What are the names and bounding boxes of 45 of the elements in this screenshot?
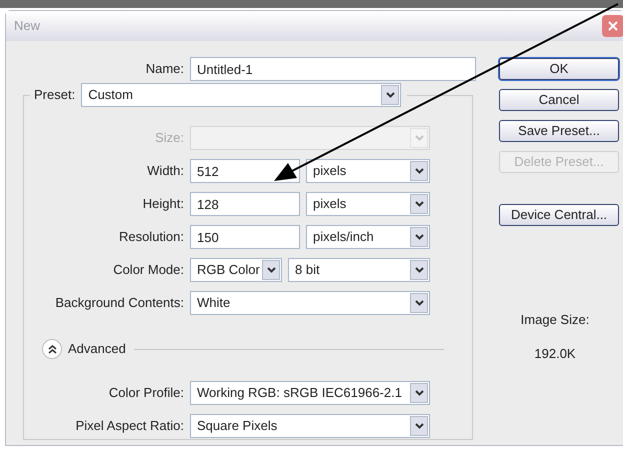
- caret-icon: [414, 168, 424, 174]
- dialog-button[interactable]: Device Central...: [499, 204, 619, 226]
- text-field[interactable]: 512: [190, 159, 300, 183]
- expand-toggle[interactable]: [42, 339, 62, 359]
- chevrons-up-icon: [48, 344, 56, 354]
- dropdown[interactable]: Square Pixels: [190, 414, 430, 438]
- dropdown[interactable]: 8 bit: [288, 258, 430, 282]
- dialog-button[interactable]: Cancel: [499, 89, 619, 111]
- field-label: Width:: [146, 162, 185, 180]
- dialog-button[interactable]: Save Preset...: [499, 120, 619, 142]
- caret-icon: [414, 201, 424, 207]
- caret-icon: [386, 92, 395, 98]
- field-label: Size:: [154, 129, 185, 148]
- dropdown[interactable]: Custom: [81, 83, 402, 107]
- caret-icon: [414, 234, 424, 240]
- caret-icon: [414, 300, 424, 306]
- close-button[interactable]: [602, 15, 623, 37]
- field-label: Background Contents:: [54, 294, 185, 312]
- field-label: Preset:: [34, 86, 76, 104]
- dropdown[interactable]: Working RGB: sRGB IEC61966-2.1: [190, 381, 430, 405]
- text-field[interactable]: 150: [190, 225, 300, 249]
- dropdown[interactable]: pixels: [306, 192, 430, 216]
- dropdown[interactable]: pixels/inch: [306, 225, 430, 249]
- field-label: Pixel Aspect Ratio:: [74, 417, 185, 436]
- text-field[interactable]: 128: [190, 192, 300, 216]
- dropdown[interactable]: White: [190, 291, 430, 315]
- field-label: Height:: [142, 195, 185, 214]
- field-label: Name:: [144, 60, 185, 78]
- section-label: Advanced: [68, 340, 126, 358]
- dropdown[interactable]: pixels: [306, 159, 430, 183]
- dialog-button[interactable]: OK: [499, 58, 619, 80]
- image-size-value: 192.0K: [534, 344, 576, 362]
- image-size-label: Image Size:: [520, 311, 590, 329]
- caret-icon: [266, 267, 276, 273]
- caret-icon: [414, 267, 424, 273]
- caret-icon: [414, 390, 424, 396]
- window-title: New: [14, 17, 40, 36]
- field-label: Resolution:: [118, 228, 185, 246]
- close-icon: [607, 20, 619, 32]
- caret-icon: [414, 135, 424, 141]
- field-label: Color Profile:: [108, 384, 185, 402]
- dropdown[interactable]: RGB Color: [190, 258, 282, 282]
- text-field[interactable]: Untitled-1: [190, 57, 476, 81]
- field-label: Color Mode:: [112, 261, 185, 280]
- caret-icon: [414, 423, 424, 429]
